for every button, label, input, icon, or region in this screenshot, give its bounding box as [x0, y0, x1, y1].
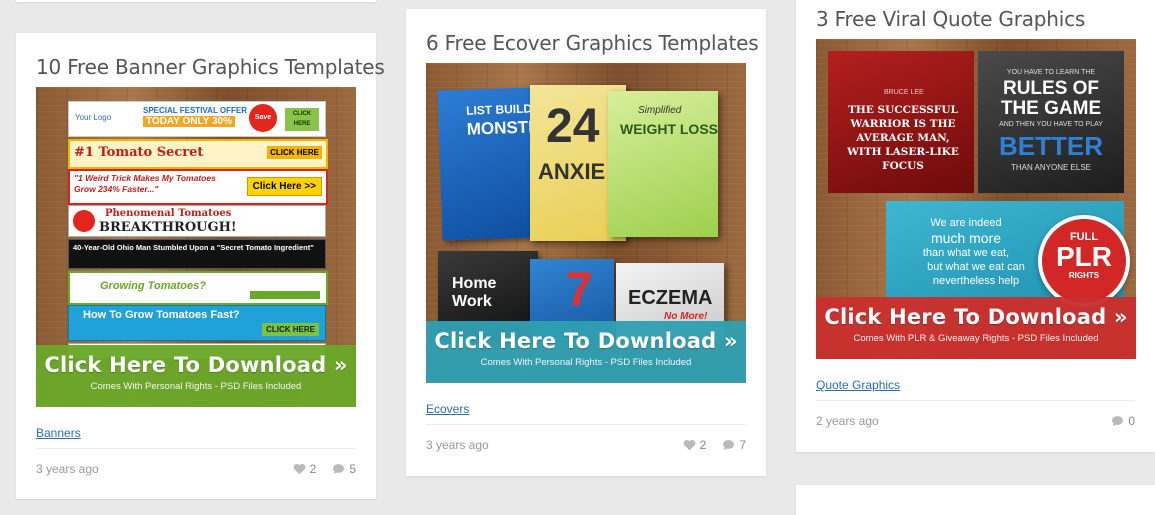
quote-tile-warrior: BRUCE LEE THE SUCCESSFUL WARRIOR IS THE …: [828, 51, 974, 193]
post-time: 2 years ago: [816, 414, 879, 428]
category-link[interactable]: Ecovers: [426, 402, 469, 416]
plr-badge: FULL PLR RIGHTS: [1038, 215, 1130, 307]
heart-icon[interactable]: [683, 439, 696, 451]
tomato-secret: #1 Tomato Secret: [74, 145, 204, 160]
tomato-icon: [73, 210, 95, 232]
divider: [426, 424, 746, 425]
click-here-arrow: Click Here >>: [246, 177, 322, 196]
quote-tile-rules: YOU HAVE TO LEARN THE RULES OF THE GAME …: [978, 51, 1124, 193]
download-label: Click Here To Download »: [434, 329, 738, 353]
download-sub: Comes With Personal Rights - PSD Files I…: [90, 381, 302, 392]
ohio-text: 40-Year-Old Ohio Man Stumbled Upon a "Se…: [73, 243, 314, 252]
simplified-text: Simplified: [638, 105, 682, 116]
growing-tomatoes: Growing Tomatoes?: [100, 280, 206, 292]
click-here-green: CLICK HERE: [262, 323, 319, 336]
post-time: 3 years ago: [426, 438, 489, 452]
banner-sample-2: #1 Tomato Secret CLICK HERE: [68, 139, 328, 169]
post-card-quotes: 3 Free Viral Quote Graphics BRUCE LEE TH…: [796, 0, 1155, 452]
post-title[interactable]: 6 Free Ecover Graphics Templates: [426, 31, 759, 55]
heart-icon[interactable]: [293, 463, 306, 475]
quote-line-a: We are indeed: [930, 217, 1002, 229]
comment-icon[interactable]: [332, 463, 345, 475]
quote-big: RULES OF THE GAME: [1000, 78, 1102, 119]
today-text: TODAY ONLY 30%: [143, 116, 235, 127]
download-sub: Comes With PLR & Giveaway Rights - PSD F…: [853, 333, 1099, 344]
download-label: Click Here To Download »: [824, 305, 1128, 329]
download-bar[interactable]: Click Here To Download » Comes With Pers…: [426, 321, 746, 383]
monster-text: MONSTE: [466, 117, 540, 139]
comment-count: 7: [739, 438, 746, 452]
post-card-banners: 10 Free Banner Graphics Templates Your L…: [16, 33, 385, 499]
post-title[interactable]: 3 Free Viral Quote Graphics: [816, 7, 1145, 31]
save-badge: Save 30%: [249, 104, 277, 149]
how-to-grow: How To Grow Tomatoes Fast?: [83, 309, 240, 321]
ecover-weight-loss: Simplified WEIGHT LOSS: [608, 91, 718, 237]
post-card-ecovers: 6 Free Ecover Graphics Templates LIST BU…: [406, 9, 766, 476]
list-build-text: LIST BUILD: [465, 101, 533, 118]
quote-line-c: than what we eat,: [922, 247, 1010, 259]
like-count: 2: [309, 462, 317, 476]
divider: [816, 400, 1135, 401]
plr-rights: RIGHTS: [1068, 271, 1100, 280]
click-here-badge: CLICK HERE: [285, 108, 319, 131]
post-stats: 2 5: [293, 462, 356, 476]
weight-loss-text: WEIGHT LOSS: [620, 121, 718, 137]
breakthrough: BREAKTHROUGH!: [99, 220, 237, 235]
banner-sample-5: 40-Year-Old Ohio Man Stumbled Upon a "Se…: [68, 239, 326, 269]
quote-top: YOU HAVE TO LEARN THE: [1006, 69, 1096, 76]
click-here-yellow: CLICK HERE: [267, 146, 322, 159]
quote-line-b: much more: [930, 230, 1002, 246]
banner-sample-7: How To Grow Tomatoes Fast? CLICK HERE: [68, 305, 326, 341]
eczema-text: ECZEMA: [628, 287, 713, 309]
banner-sample-1: Your Logo SPECIAL FESTIVAL OFFER TODAY O…: [68, 101, 326, 149]
post-thumbnail[interactable]: LIST BUILD MONSTE 24 ANXIE Simplified WE…: [426, 63, 746, 383]
quote-bottom: THAN ANYONE ELSE: [1010, 163, 1092, 172]
download-sub: Comes With Personal Rights - PSD Files I…: [480, 357, 692, 368]
anxiety-text: ANXIE: [538, 159, 606, 184]
num-7: 7: [566, 264, 593, 317]
partial-card-top-left: [16, 0, 376, 2]
category-link[interactable]: Quote Graphics: [816, 378, 900, 392]
ecover-list-building: LIST BUILD MONSTE: [437, 87, 541, 241]
num-24: 24: [546, 100, 600, 153]
festival-text: SPECIAL FESTIVAL OFFER: [143, 106, 248, 115]
quote-text: THE SUCCESSFUL WARRIOR IS THE AVERAGE MA…: [847, 104, 959, 172]
post-stats: 2 7: [683, 438, 746, 452]
post-thumbnail[interactable]: BRUCE LEE THE SUCCESSFUL WARRIOR IS THE …: [816, 39, 1136, 359]
home-work-text: Home Work: [452, 275, 497, 310]
mini-green-button: [250, 291, 320, 299]
quote-mid: AND THEN YOU HAVE TO PLAY: [999, 121, 1103, 128]
comment-count: 0: [1128, 414, 1135, 428]
banner-sample-6: Growing Tomatoes?: [68, 271, 328, 305]
quote-better: BETTER: [999, 131, 1103, 161]
banner-sample-4: Phenomenal Tomatoes BREAKTHROUGH!: [68, 205, 326, 237]
partial-card-bottom-right: [796, 485, 1155, 515]
post-thumbnail[interactable]: Your Logo SPECIAL FESTIVAL OFFER TODAY O…: [36, 87, 356, 407]
plr-text: PLR: [1056, 241, 1112, 272]
download-bar[interactable]: Click Here To Download » Comes With PLR …: [816, 297, 1136, 359]
banner-sample-3: "1 Weird Trick Makes My Tomatoes Grow 23…: [68, 169, 328, 205]
quote-author: BRUCE LEE: [884, 89, 924, 96]
comment-icon[interactable]: [722, 439, 735, 451]
quote-line-e: nevertheless help: [932, 275, 1020, 287]
post-title[interactable]: 10 Free Banner Graphics Templates: [36, 55, 385, 79]
post-stats: 0: [1111, 414, 1135, 428]
comment-count: 5: [349, 462, 356, 476]
category-link[interactable]: Banners: [36, 426, 81, 440]
download-bar[interactable]: Click Here To Download » Comes With Pers…: [36, 345, 356, 407]
post-time: 3 years ago: [36, 462, 99, 476]
like-count: 2: [699, 438, 707, 452]
comment-icon[interactable]: [1111, 415, 1124, 427]
download-label: Click Here To Download »: [44, 353, 348, 377]
phenomenal: Phenomenal Tomatoes: [105, 208, 232, 219]
divider: [36, 448, 356, 449]
weird-trick: "1 Weird Trick Makes My Tomatoes Grow 23…: [74, 173, 216, 194]
logo-text: Your Logo: [75, 113, 112, 122]
